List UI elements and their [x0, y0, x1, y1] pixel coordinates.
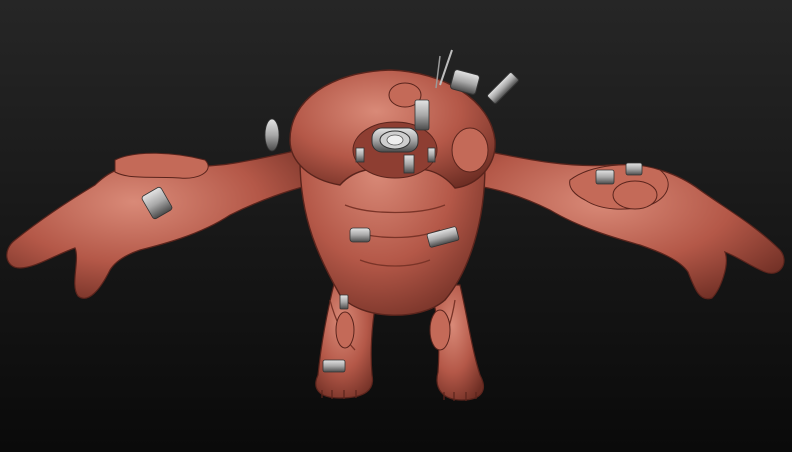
left-hand-knuckles	[114, 152, 209, 179]
sculpt-viewport[interactable]	[0, 0, 792, 452]
creature-render	[0, 0, 792, 452]
lump	[612, 180, 658, 210]
lump	[335, 311, 355, 349]
lump	[451, 127, 489, 173]
lump	[429, 309, 451, 351]
